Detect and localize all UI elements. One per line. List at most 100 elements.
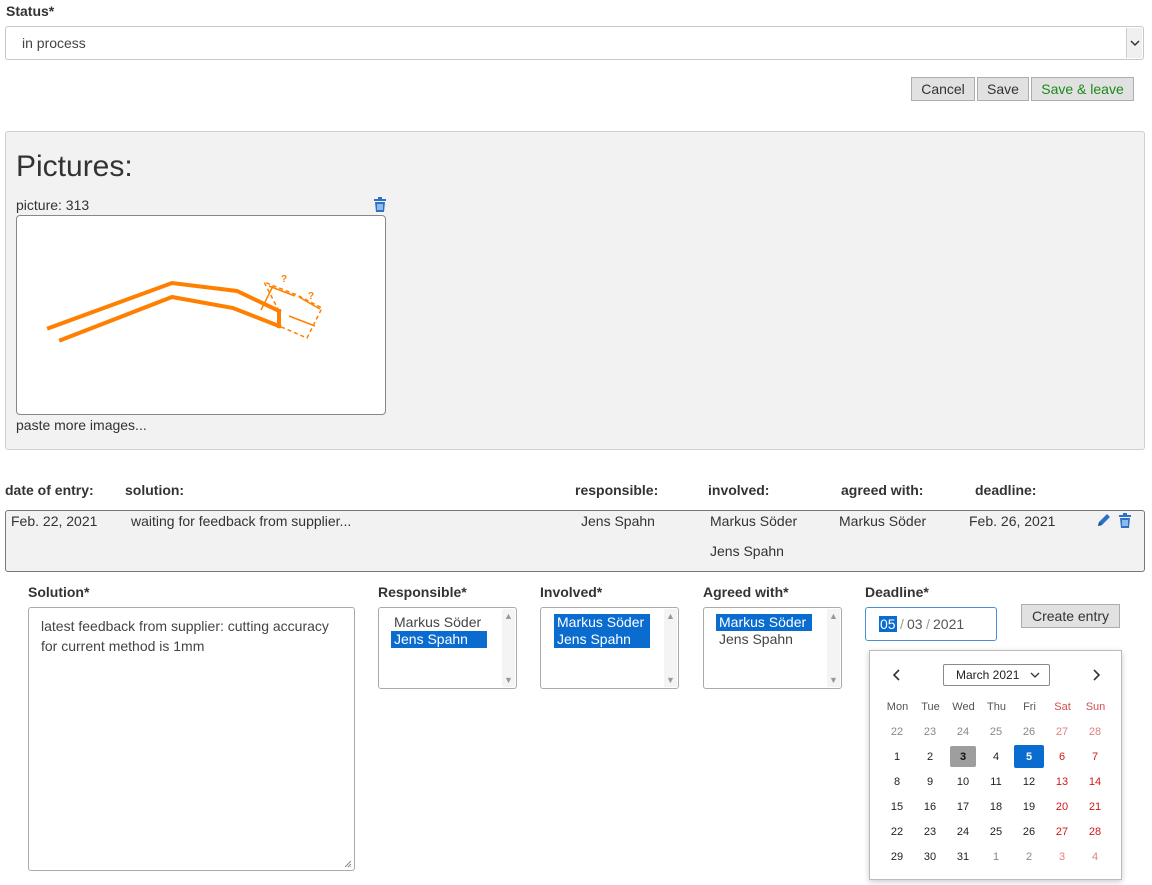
calendar-day[interactable]: 8 xyxy=(884,771,910,792)
solution-label: Solution* xyxy=(28,584,90,600)
list-item[interactable]: Jens Spahn xyxy=(391,631,487,648)
calendar-day[interactable]: 14 xyxy=(1082,771,1108,792)
calendar-day[interactable]: 19 xyxy=(1016,796,1042,817)
date-separator: / xyxy=(926,616,930,632)
calendar-day[interactable]: 22 xyxy=(884,721,910,742)
calendar-day[interactable]: 21 xyxy=(1082,796,1108,817)
weekday-header: Mon xyxy=(886,701,909,713)
weekday-header: Sat xyxy=(1054,701,1071,713)
calendar-day[interactable]: 1 xyxy=(983,846,1009,867)
chevron-down-icon[interactable] xyxy=(1126,28,1142,58)
date-year-segment[interactable]: 2021 xyxy=(933,616,964,632)
edit-pencil-icon[interactable] xyxy=(1097,513,1111,528)
calendar-day[interactable]: 28 xyxy=(1082,821,1108,842)
calendar-day[interactable]: 15 xyxy=(884,796,910,817)
calendar-day[interactable]: 24 xyxy=(950,821,976,842)
scroll-down-icon[interactable]: ▼ xyxy=(827,675,840,685)
calendar-day[interactable]: 28 xyxy=(1082,721,1108,742)
deadline-date-input[interactable]: 05 / 03 / 2021 xyxy=(865,607,997,641)
calendar-day[interactable]: 18 xyxy=(983,796,1009,817)
col-header-responsible: responsible: xyxy=(575,482,659,498)
calendar-day[interactable]: 25 xyxy=(983,821,1009,842)
row-involved-2: Jens Spahn xyxy=(710,543,784,559)
solution-textarea[interactable]: latest feedback from supplier: cutting a… xyxy=(28,607,355,871)
responsible-listbox[interactable]: Markus Söder Jens Spahn ▲ ▼ xyxy=(378,607,517,689)
col-header-involved: involved: xyxy=(708,482,770,498)
calendar-day[interactable]: 3 xyxy=(1049,846,1075,867)
list-item[interactable]: Markus Söder xyxy=(391,614,484,631)
involved-listbox[interactable]: Markus Söder Jens Spahn ▲ ▼ xyxy=(540,607,679,689)
save-and-leave-button[interactable]: Save & leave xyxy=(1031,77,1134,101)
scroll-down-icon[interactable]: ▼ xyxy=(664,675,677,685)
create-entry-button[interactable]: Create entry xyxy=(1021,604,1120,628)
weekday-header: Tue xyxy=(921,701,940,713)
month-year-select[interactable]: March 2021 xyxy=(943,664,1050,686)
scrollbar[interactable]: ▲ ▼ xyxy=(664,609,677,687)
scroll-up-icon[interactable]: ▲ xyxy=(502,611,515,621)
calendar-day[interactable]: 6 xyxy=(1049,746,1075,767)
next-month-button[interactable] xyxy=(1087,665,1107,685)
calendar-day[interactable]: 24 xyxy=(950,721,976,742)
scroll-up-icon[interactable]: ▲ xyxy=(827,611,840,621)
chevron-left-icon xyxy=(892,669,900,681)
picture-label: picture: 313 xyxy=(16,197,90,213)
calendar-day[interactable]: 20 xyxy=(1049,796,1075,817)
list-item[interactable]: Markus Söder xyxy=(554,614,650,631)
calendar-day[interactable]: 29 xyxy=(884,846,910,867)
calendar-day[interactable]: 2 xyxy=(917,746,943,767)
calendar-day[interactable]: 12 xyxy=(1016,771,1042,792)
calendar-day[interactable]: 13 xyxy=(1049,771,1075,792)
date-picker-popup: March 2021 Mon Tue Wed Thu Fri Sat Sun 22 23 24 25… xyxy=(869,650,1122,880)
calendar-day[interactable]: 7 xyxy=(1082,746,1108,767)
cancel-button[interactable]: Cancel xyxy=(911,77,975,101)
calendar-day[interactable]: 11 xyxy=(983,771,1009,792)
scrollbar[interactable]: ▲ ▼ xyxy=(502,609,515,687)
trash-icon[interactable] xyxy=(373,197,387,213)
calendar-day[interactable]: 31 xyxy=(950,846,976,867)
calendar-day[interactable]: 3 xyxy=(950,746,976,767)
agreed-listbox[interactable]: Markus Söder Jens Spahn ▲ ▼ xyxy=(703,607,842,689)
trash-icon[interactable] xyxy=(1118,513,1132,529)
calendar-day[interactable]: 9 xyxy=(917,771,943,792)
scroll-down-icon[interactable]: ▼ xyxy=(502,675,515,685)
calendar-day[interactable]: 1 xyxy=(884,746,910,767)
weekday-header: Thu xyxy=(987,701,1006,713)
calendar-day[interactable]: 17 xyxy=(950,796,976,817)
calendar-day[interactable]: 26 xyxy=(1016,821,1042,842)
row-responsible: Jens Spahn xyxy=(581,513,655,529)
calendar-day[interactable]: 27 xyxy=(1049,821,1075,842)
calendar-day[interactable]: 4 xyxy=(1082,846,1108,867)
prev-month-button[interactable] xyxy=(886,665,906,685)
scroll-up-icon[interactable]: ▲ xyxy=(664,611,677,621)
calendar-day[interactable]: 30 xyxy=(917,846,943,867)
date-month-segment[interactable]: 03 xyxy=(907,616,923,632)
paste-more-images[interactable]: paste more images... xyxy=(16,417,147,433)
calendar-day[interactable]: 23 xyxy=(917,821,943,842)
col-header-agreed: agreed with: xyxy=(841,482,924,498)
sketch-mark: ? xyxy=(281,274,287,285)
row-deadline: Feb. 26, 2021 xyxy=(969,513,1056,529)
calendar-day[interactable]: 23 xyxy=(917,721,943,742)
agreed-label: Agreed with* xyxy=(703,584,789,600)
list-item[interactable]: Jens Spahn xyxy=(554,631,650,648)
calendar-day[interactable]: 4 xyxy=(983,746,1009,767)
status-select[interactable]: in process xyxy=(5,26,1144,60)
date-day-segment[interactable]: 05 xyxy=(879,616,897,632)
list-item[interactable]: Markus Söder xyxy=(716,614,812,631)
save-button[interactable]: Save xyxy=(977,77,1029,101)
calendar-day[interactable]: 5 xyxy=(1014,745,1044,768)
sketch-drawing: ? ? xyxy=(46,274,324,343)
list-item[interactable]: Jens Spahn xyxy=(716,631,796,648)
calendar-day[interactable]: 25 xyxy=(983,721,1009,742)
involved-label: Involved* xyxy=(540,584,603,600)
calendar-day[interactable]: 22 xyxy=(884,821,910,842)
resize-handle-icon[interactable] xyxy=(344,860,352,868)
picture-thumbnail[interactable]: ? ? xyxy=(16,215,386,415)
scrollbar[interactable]: ▲ ▼ xyxy=(827,609,840,687)
calendar-day[interactable]: 16 xyxy=(917,796,943,817)
calendar-day[interactable]: 2 xyxy=(1016,846,1042,867)
deadline-label: Deadline* xyxy=(865,584,929,600)
calendar-day[interactable]: 10 xyxy=(950,771,976,792)
calendar-day[interactable]: 26 xyxy=(1016,721,1042,742)
calendar-day[interactable]: 27 xyxy=(1049,721,1075,742)
